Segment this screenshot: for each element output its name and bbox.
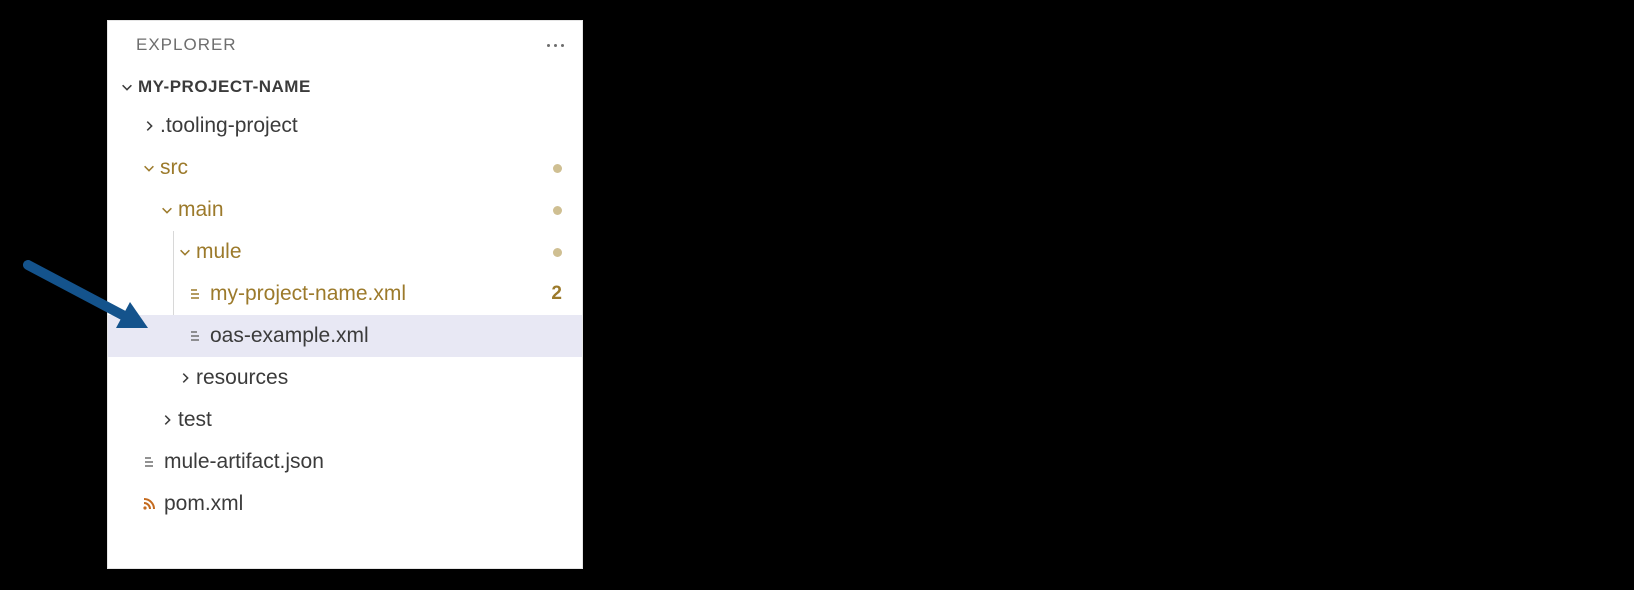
folder-mule[interactable]: mule <box>108 231 582 273</box>
chevron-down-icon <box>116 80 138 94</box>
git-modified-dot <box>553 164 562 173</box>
rss-icon <box>138 496 160 512</box>
workspace-root[interactable]: MY-PROJECT-NAME <box>108 69 582 105</box>
file-mule-artifact-json[interactable]: mule-artifact.json <box>108 441 582 483</box>
chevron-right-icon <box>138 119 160 133</box>
explorer-title: EXPLORER <box>136 35 543 55</box>
folder-label: resources <box>196 366 562 390</box>
file-icon <box>138 454 160 470</box>
file-label: oas-example.xml <box>210 324 562 348</box>
file-my-project-name-xml[interactable]: my-project-name.xml 2 <box>108 273 582 315</box>
git-change-count: 2 <box>551 283 562 305</box>
chevron-down-icon <box>174 245 196 259</box>
chevron-right-icon <box>156 413 178 427</box>
file-label: my-project-name.xml <box>210 282 551 306</box>
folder-label: mule <box>196 240 553 264</box>
file-label: mule-artifact.json <box>164 450 562 474</box>
chevron-down-icon <box>156 203 178 217</box>
folder-label: .tooling-project <box>160 114 562 138</box>
file-oas-example-xml[interactable]: oas-example.xml <box>108 315 582 357</box>
folder-tooling-project[interactable]: .tooling-project <box>108 105 582 147</box>
folder-label: main <box>178 198 553 222</box>
file-icon <box>184 328 206 344</box>
file-pom-xml[interactable]: pom.xml <box>108 483 582 525</box>
workspace-root-label: MY-PROJECT-NAME <box>138 77 311 97</box>
file-tree: .tooling-project src main mule <box>108 105 582 525</box>
folder-label: src <box>160 156 553 180</box>
folder-resources[interactable]: resources <box>108 357 582 399</box>
folder-src[interactable]: src <box>108 147 582 189</box>
git-modified-dot <box>553 206 562 215</box>
file-icon <box>184 286 206 302</box>
indent-guide <box>173 231 174 315</box>
folder-label: test <box>178 408 562 432</box>
more-actions-icon[interactable] <box>543 40 568 51</box>
folder-test[interactable]: test <box>108 399 582 441</box>
chevron-down-icon <box>138 161 160 175</box>
chevron-right-icon <box>174 371 196 385</box>
explorer-panel: EXPLORER MY-PROJECT-NAME .tooling-projec… <box>107 20 583 569</box>
explorer-header: EXPLORER <box>108 21 582 69</box>
git-modified-dot <box>553 248 562 257</box>
folder-main[interactable]: main <box>108 189 582 231</box>
file-label: pom.xml <box>164 492 562 516</box>
